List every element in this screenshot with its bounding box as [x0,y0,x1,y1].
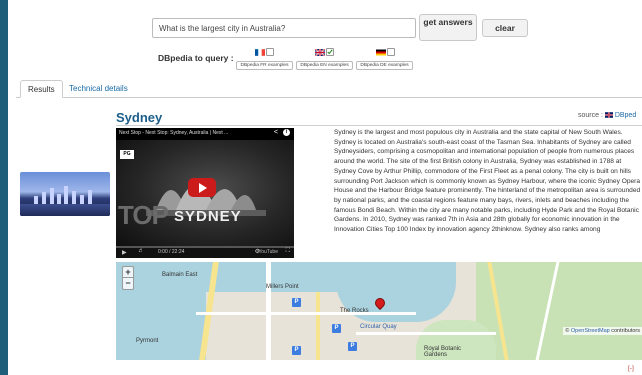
play-icon[interactable]: ▶ [122,249,127,256]
video-player[interactable]: Next Stop - Next Stop: Sydney, Australia… [116,128,294,258]
germany-flag-icon [376,49,386,56]
result-tabs: Results Technical details [16,80,642,98]
france-flag-icon [255,49,265,56]
video-time: 0:00 / 22:24 [158,249,185,255]
question-input[interactable] [152,18,416,38]
map-label-pyrmont: Pyrmont [136,338,159,344]
checkbox-en-checked[interactable] [326,48,334,56]
sydney-skyline-thumbnail[interactable] [20,172,110,216]
result-title: Sydney [116,110,163,125]
map-road [196,312,416,315]
source-attribution: source : DBped [578,112,636,119]
collapse-toggle[interactable]: [-] [628,365,634,372]
location-map[interactable]: Balmain East Millers Point The Rocks Cir… [116,262,642,360]
info-icon[interactable]: i [283,129,290,136]
attribution-prefix: © [565,328,570,334]
video-title[interactable]: Next Stop - Next Stop: Sydney, Australia… [119,130,228,136]
zoom-in-button[interactable]: + [123,267,133,278]
dbpedia-de-examples-button[interactable]: DBpedia DE examples [356,61,413,70]
volume-icon[interactable]: ♬ [138,248,144,254]
uk-flag-icon [604,112,613,118]
parking-icon: P [348,342,357,351]
map-road [356,332,496,335]
openstreetmap-link[interactable]: OpenStreetMap [571,328,610,334]
fullscreen-icon[interactable]: ⛶ [286,248,290,255]
map-zoom-control: + − [122,266,134,290]
dbpedia-fr-examples-button[interactable]: DBpedia FR examples [236,61,293,70]
title-divider [116,125,642,126]
checkmark-icon [327,49,333,55]
map-attribution: © OpenStreetMap contributors [563,327,642,335]
map-label-circular-quay: Circular Quay [360,324,397,330]
zoom-out-button[interactable]: − [123,278,133,289]
parking-icon: P [292,298,301,307]
video-overlay-top: TOP [118,200,169,230]
uk-flag-icon [315,49,325,56]
clear-button[interactable]: clear [482,19,528,37]
parking-icon: P [292,346,301,355]
map-road [316,292,320,360]
source-prefix: source : [578,112,603,119]
dbpedia-en-examples-button[interactable]: DBpedia EN examples [296,61,353,70]
video-overlay-city: SYDNEY [174,208,242,225]
youtube-logo[interactable]: YouTube [258,249,278,255]
parking-icon: P [332,324,341,333]
attribution-suffix: contributors [611,328,640,334]
result-abstract: Sydney is the largest and most populous … [334,129,641,234]
checkbox-de[interactable] [387,48,395,56]
tab-technical-details[interactable]: Technical details [62,80,135,98]
share-icon[interactable]: < [274,129,278,136]
map-label-royal-botanic: Royal Botanic Gardens [424,346,462,358]
left-accent-bar [0,0,8,375]
video-controls: ▶ ♬ 0:00 / 22:24 ⚙ YouTube ⛶ [116,246,294,258]
dbpedia-query-label: DBpedia to query : [158,53,234,63]
map-road [266,262,271,360]
tab-results[interactable]: Results [20,80,63,98]
source-dbpedia-link[interactable]: DBped [615,112,636,119]
map-park [476,262,642,360]
get-answers-button[interactable]: get answers [419,14,477,41]
play-button[interactable] [188,178,216,197]
map-label-the-rocks: The Rocks [340,308,369,314]
map-label-balmain-east: Balmain East [162,272,198,278]
checkbox-fr[interactable] [266,48,274,56]
rating-badge: PG [120,150,134,159]
map-label-millers-point: Millers Point [266,284,299,290]
